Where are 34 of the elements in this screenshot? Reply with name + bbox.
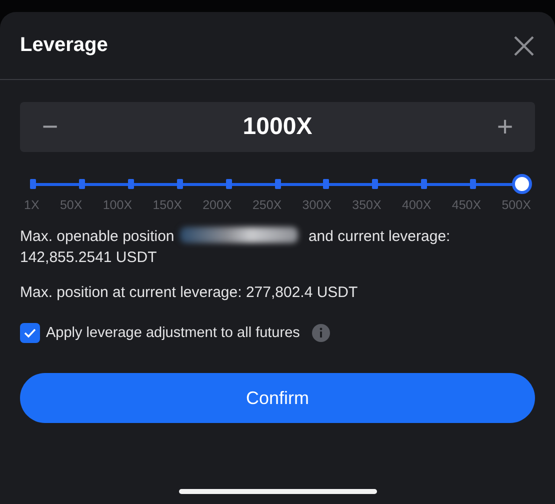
- tick-label: 350X: [352, 198, 382, 212]
- tick-label: 1X: [24, 198, 40, 212]
- sheet-title: Leverage: [20, 34, 108, 57]
- confirm-button[interactable]: Confirm: [20, 373, 535, 423]
- info-text: Max. position at current leverage: 277,802.4 USDT: [20, 283, 359, 303]
- slider-tick: [274, 179, 280, 189]
- increase-button[interactable]: +: [493, 113, 517, 141]
- slider-tick: [78, 179, 85, 189]
- slider-tick: [421, 179, 428, 189]
- leverage-value: 1000X: [242, 113, 312, 141]
- tick-label: 100X: [102, 198, 132, 212]
- slider-thumb[interactable]: [512, 174, 532, 194]
- check-icon: [24, 328, 36, 338]
- slider-tick: [323, 179, 330, 189]
- tick-label: 300X: [302, 198, 332, 212]
- slider-tick: [30, 179, 36, 189]
- info-text: Max. openable position and current leverage: 142,855.2541 USDT: [20, 226, 452, 268]
- slider-tick: [470, 179, 476, 189]
- slider-tick: [176, 179, 183, 189]
- decrease-button[interactable]: −: [38, 113, 62, 141]
- tick-label: 250X: [252, 198, 282, 212]
- info-icon[interactable]: [312, 324, 330, 342]
- slider-tick: [128, 179, 134, 189]
- tick-label: 50X: [60, 198, 82, 212]
- tick-label: 400X: [402, 198, 432, 212]
- checkbox-label: Apply leverage adjustment to all futures: [46, 325, 300, 341]
- tick-label: 500X: [502, 198, 531, 212]
- slider-tick: [372, 179, 378, 189]
- tick-label: 450X: [452, 198, 482, 212]
- slider-tick: [226, 179, 232, 189]
- checkbox[interactable]: [20, 323, 40, 343]
- tick-label: 150X: [152, 198, 182, 212]
- tick-label: 200X: [202, 198, 232, 212]
- close-icon[interactable]: [513, 34, 535, 56]
